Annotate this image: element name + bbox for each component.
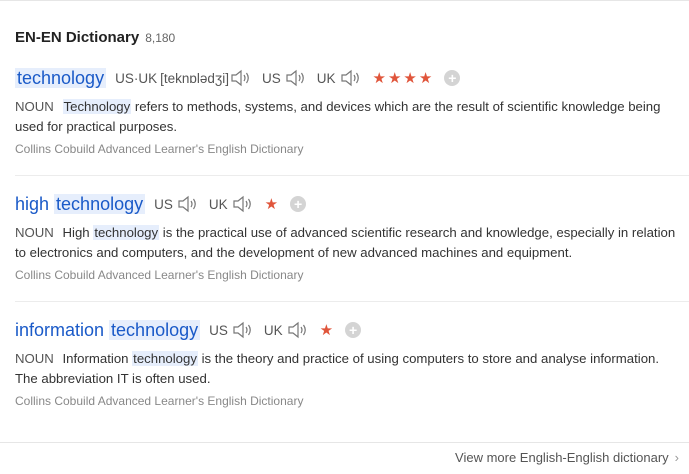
pronunciation-us-uk: US·UK [teknɒlədʒi] xyxy=(115,69,253,87)
headword-link[interactable]: high technology xyxy=(15,193,146,215)
dictionary-title: EN-EN Dictionary xyxy=(15,29,140,46)
dictionary-source: Collins Cobuild Advanced Learner's Engli… xyxy=(15,142,304,156)
entry-divider xyxy=(15,301,689,302)
speaker-icon[interactable] xyxy=(176,195,200,213)
definition-prefix: Information xyxy=(62,351,133,366)
add-icon[interactable]: + xyxy=(345,322,362,338)
add-icon[interactable]: + xyxy=(444,70,461,86)
pronunciation-us: US xyxy=(262,69,308,87)
result-count: 8,180 xyxy=(145,31,176,45)
uk-label: UK xyxy=(208,196,228,212)
pronunciation-us: US xyxy=(209,321,255,339)
entry-information-technology: information technology US UK ★ + NOUN In… xyxy=(15,317,689,408)
definition-prefix: High xyxy=(62,225,94,240)
dictionary-source: Collins Cobuild Advanced Learner's Engli… xyxy=(15,268,304,282)
view-more-label: View more English-English dictionary xyxy=(455,450,669,465)
entry-technology: technology US·UK [teknɒlədʒi] US UK ★★★★… xyxy=(15,65,689,156)
view-more-link[interactable]: View more English-English dictionary › xyxy=(455,450,679,465)
ipa-text: [teknɒlədʒi] xyxy=(160,70,229,86)
footer-bar: View more English-English dictionary › xyxy=(0,442,689,474)
top-border xyxy=(0,0,689,1)
us-label: US xyxy=(209,322,228,338)
chevron-right-icon: › xyxy=(674,450,679,465)
pronunciation-uk: UK xyxy=(317,69,363,87)
us-label: US xyxy=(154,196,173,212)
headword-highlight: technology xyxy=(54,193,146,214)
speaker-icon[interactable] xyxy=(231,195,255,213)
speaker-icon[interactable] xyxy=(229,69,253,87)
dictionary-header: EN-EN Dictionary 8,180 xyxy=(15,29,175,46)
entry-high-technology: high technology US UK ★ + NOUN High tech… xyxy=(15,191,689,282)
headword-link[interactable]: technology xyxy=(15,67,107,89)
pronunciation-uk: UK xyxy=(209,195,255,213)
definition: NOUN High technology is the practical us… xyxy=(15,223,679,263)
part-of-speech: NOUN xyxy=(15,351,54,366)
headword-link[interactable]: information technology xyxy=(15,319,201,341)
speaker-icon[interactable] xyxy=(284,69,308,87)
add-icon[interactable]: + xyxy=(290,196,307,212)
speaker-icon[interactable] xyxy=(231,321,255,339)
frequency-stars: ★★★★ xyxy=(372,70,435,87)
pronunciation-uk: UK xyxy=(264,321,310,339)
pronunciation-us: US xyxy=(154,195,200,213)
uk-label: UK xyxy=(263,322,283,338)
speaker-icon[interactable] xyxy=(339,69,363,87)
dictionary-source: Collins Cobuild Advanced Learner's Engli… xyxy=(15,394,304,408)
headword-highlight: technology xyxy=(15,67,107,88)
uk-label: UK xyxy=(316,70,336,86)
definition: NOUN Information technology is the theor… xyxy=(15,349,679,389)
entry-divider xyxy=(15,175,689,176)
us-label: US xyxy=(262,70,281,86)
speaker-icon[interactable] xyxy=(286,321,310,339)
frequency-stars: ★ xyxy=(264,196,281,213)
frequency-stars: ★ xyxy=(319,322,336,339)
headword-prefix: information xyxy=(15,319,110,340)
us-uk-label: US·UK xyxy=(115,70,158,86)
definition-highlight: Technology xyxy=(62,99,132,114)
definition-highlight: technology xyxy=(93,225,160,240)
part-of-speech: NOUN xyxy=(15,225,54,240)
headword-highlight: technology xyxy=(109,319,201,340)
definition: NOUN Technology refers to methods, syste… xyxy=(15,97,679,137)
headword-prefix: high xyxy=(15,193,55,214)
part-of-speech: NOUN xyxy=(15,99,54,114)
definition-highlight: technology xyxy=(132,351,198,366)
